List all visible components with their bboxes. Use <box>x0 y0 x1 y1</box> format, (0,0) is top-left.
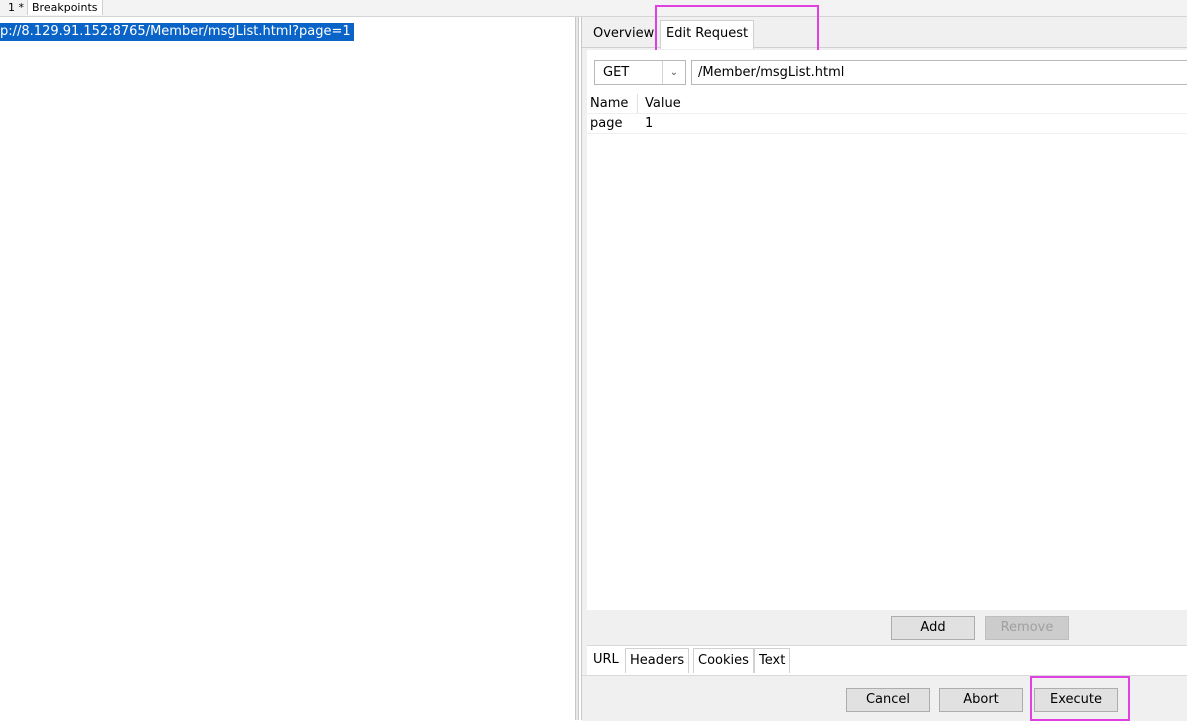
remove-button[interactable]: Remove <box>985 616 1069 640</box>
tab-breakpoints[interactable]: Breakpoints <box>27 0 103 15</box>
chevron-down-icon[interactable]: ⌄ <box>662 61 685 84</box>
param-name[interactable]: page <box>590 114 622 133</box>
edit-request-panel: GET ⌄ /Member/msgList.html Name Value pa… <box>587 50 1187 610</box>
inspector-pane: Overview Edit Request GET ⌄ /Member/msgL… <box>581 5 1187 721</box>
abort-button[interactable]: Abort <box>939 688 1023 712</box>
tab-url[interactable]: URL <box>589 648 623 672</box>
table-row[interactable]: page 1 <box>587 114 1187 134</box>
column-divider[interactable] <box>637 94 638 113</box>
column-name-header[interactable]: Name <box>590 94 628 113</box>
request-subtabs: URL Headers Cookies Text <box>587 645 1187 676</box>
pane-splitter[interactable] <box>575 17 579 720</box>
tab-text[interactable]: Text <box>754 648 791 673</box>
column-value-header[interactable]: Value <box>645 94 681 113</box>
method-select[interactable]: GET ⌄ <box>594 60 686 85</box>
param-value[interactable]: 1 <box>645 114 653 133</box>
inspector-tabbar: Overview Edit Request <box>582 17 1187 49</box>
cancel-button[interactable]: Cancel <box>846 688 930 712</box>
add-button[interactable]: Add <box>891 616 975 640</box>
selected-session-url[interactable]: p://8.129.91.152:8765/Member/msgList.htm… <box>0 23 354 41</box>
tab-session-1[interactable]: 1 * <box>4 0 28 15</box>
table-header: Name Value <box>587 94 1187 114</box>
params-table: Name Value page 1 <box>587 94 1187 134</box>
url-path-input[interactable]: /Member/msgList.html <box>691 60 1187 85</box>
dialog-actions: Cancel Abort Execute <box>582 675 1187 721</box>
session-list: p://8.129.91.152:8765/Member/msgList.htm… <box>0 17 575 720</box>
execute-button[interactable]: Execute <box>1034 688 1118 712</box>
top-tab-strip: 1 * Breakpoints <box>0 0 1187 17</box>
tab-headers[interactable]: Headers <box>625 648 690 673</box>
tab-cookies[interactable]: Cookies <box>693 648 754 673</box>
param-actions: Add Remove <box>587 610 1187 645</box>
method-value: GET <box>603 65 630 80</box>
tab-overview[interactable]: Overview <box>588 21 659 47</box>
tab-edit-request[interactable]: Edit Request <box>660 20 755 49</box>
